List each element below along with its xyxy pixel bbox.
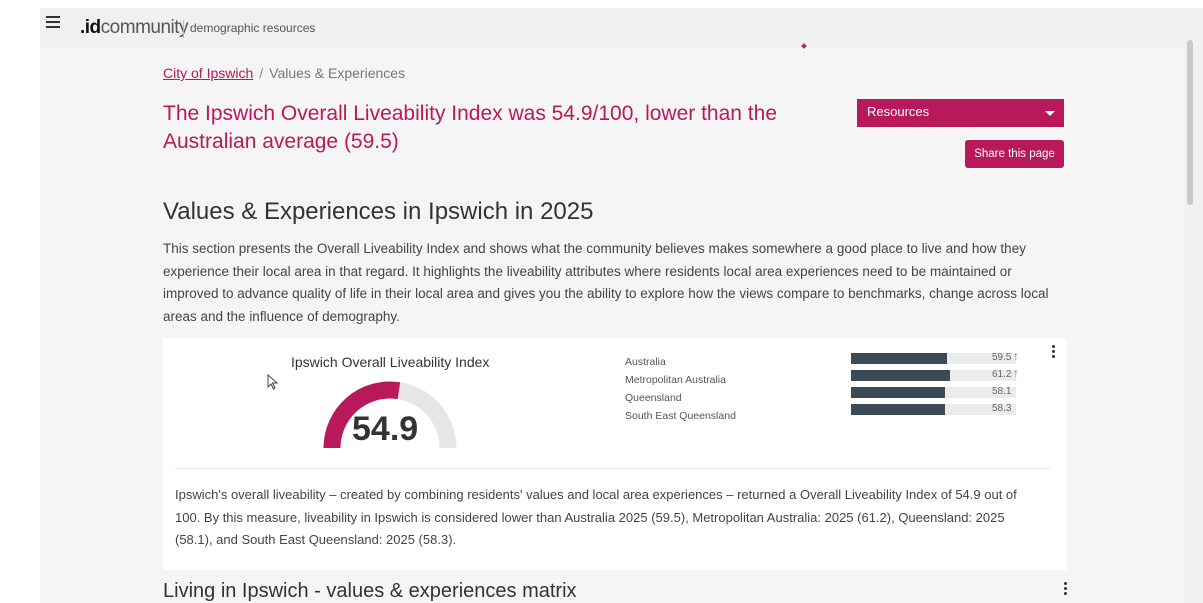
breadcrumb: City of Ipswich / Values & Experiences [163,65,405,81]
logo-bold: .id [80,17,101,38]
index-summary: Ipswich's overall liveability – created … [175,487,1017,547]
breadcrumb-current: Values & Experiences [269,65,406,81]
gauge-value: 54.9 [352,410,419,448]
resources-label: Resources [867,104,930,119]
card-menu-icon[interactable] [1052,345,1056,360]
comparison-value: 58.3 [992,403,1012,414]
section-title: Values & Experiences in Ipswich in 2025 [163,198,594,225]
logo-light: community [100,17,189,38]
comparison-label: Australia [625,356,666,368]
gauge-title: Ipswich Overall Liveability Index [291,354,490,370]
arrow-up-icon: ↑ [1013,349,1019,363]
comparison-label: Metropolitan Australia [625,374,726,386]
chevron-down-icon [1045,111,1055,116]
menu-icon[interactable] [46,16,60,28]
comparison-label: South East Queensland [625,410,736,422]
comparison-bar [851,353,947,364]
share-button[interactable]: Share this page [965,140,1064,168]
breadcrumb-link-city[interactable]: City of Ipswich [163,65,253,81]
site-tagline: demographic resources [190,21,316,35]
mouse-cursor-icon [267,374,279,390]
logo-divider [183,20,184,38]
breadcrumb-separator: / [259,65,264,81]
scrollbar-thumb[interactable] [1187,40,1193,205]
comparison-value: 59.5 [992,352,1012,363]
matrix-menu-icon[interactable] [1064,582,1068,597]
matrix-section-title: Living in Ipswich - values & experiences… [163,580,577,602]
site-logo[interactable]: .idcommunity [80,17,189,39]
comparison-bar [851,404,945,415]
arrow-up-icon: ↑ [1013,366,1019,380]
comparison-value: 61.2 [992,369,1012,380]
card-divider [175,468,1050,469]
resources-dropdown[interactable]: Resources [857,99,1064,127]
comparison-bar [851,387,945,398]
comparison-bar [851,370,950,381]
comparison-labels: Australia Metropolitan Australia Queensl… [625,354,736,426]
page-headline: The Ipswich Overall Liveability Index wa… [163,102,777,153]
comparison-value: 58.1 [992,386,1012,397]
section-description: This section presents the Overall Liveab… [163,241,1049,324]
comparison-label: Queensland [625,392,682,404]
